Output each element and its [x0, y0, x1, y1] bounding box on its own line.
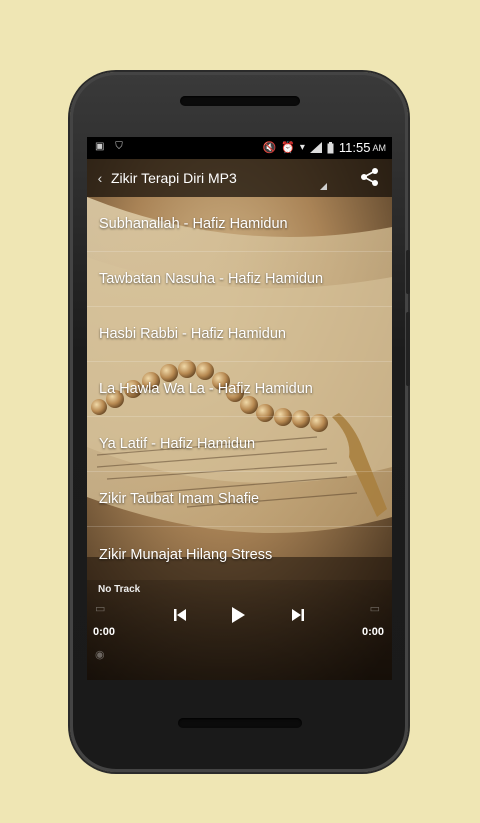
- status-right-icons: 🔇 ⏰ ▾ 11:55 AM: [262, 140, 386, 155]
- phone-screen: ▣ ⛉ 🔇 ⏰ ▾ 11:55 AM ‹ Zikir Terapi Diri MP…: [87, 137, 392, 680]
- seek-bar[interactable]: ◉: [95, 648, 105, 661]
- share-icon[interactable]: [360, 167, 380, 187]
- track-name: No Track: [98, 584, 141, 595]
- playlist: Subhanallah - Hafiz Hamidun Tawbatan Nas…: [87, 197, 392, 582]
- image-icon: ▣: [95, 141, 105, 152]
- app-title[interactable]: Zikir Terapi Diri MP3: [111, 170, 237, 186]
- playlist-item[interactable]: Zikir Munajat Hilang Stress: [87, 527, 392, 582]
- playlist-item[interactable]: Ya Latif - Hafiz Hamidun: [87, 417, 392, 472]
- playlist-item-label: Zikir Munajat Hilang Stress: [99, 546, 273, 563]
- shuffle-icon[interactable]: ▭: [370, 602, 380, 615]
- mute-icon: 🔇: [262, 142, 277, 154]
- signal-icon: [309, 142, 322, 153]
- wifi-icon: ▾: [299, 142, 305, 153]
- repeat-icon[interactable]: ▭: [95, 602, 105, 615]
- bottom-speaker: [178, 718, 302, 728]
- playlist-item[interactable]: La Hawla Wa La - Hafiz Hamidun: [87, 362, 392, 417]
- playlist-item-label: Tawbatan Nasuha - Hafiz Hamidun: [99, 271, 324, 287]
- media-player: No Track ▭ ▭ 0:00 0:00 ◉: [87, 580, 392, 680]
- status-left-icons: ▣ ⛉: [95, 141, 123, 152]
- clock-time: 11:55: [338, 140, 371, 155]
- chevron-left-icon[interactable]: ‹: [89, 170, 111, 186]
- clock-suffix: AM: [372, 142, 387, 153]
- playlist-item[interactable]: Tawbatan Nasuha - Hafiz Hamidun: [87, 252, 392, 307]
- duration-time: 0:00: [361, 626, 384, 638]
- power-button: [406, 250, 410, 294]
- earpiece-speaker: [180, 96, 300, 106]
- elapsed-time: 0:00: [93, 626, 116, 638]
- playlist-item[interactable]: Zikir Taubat Imam Shafie: [87, 472, 392, 527]
- playlist-item[interactable]: Hasbi Rabbi - Hafiz Hamidun: [87, 307, 392, 362]
- battery-icon: [327, 141, 334, 153]
- playlist-item-label: La Hawla Wa La - Hafiz Hamidun: [99, 381, 313, 397]
- status-bar: ▣ ⛉ 🔇 ⏰ ▾ 11:55 AM: [87, 137, 392, 159]
- playlist-item-label: Zikir Taubat Imam Shafie: [99, 491, 260, 507]
- dropdown-indicator-icon: [320, 183, 327, 190]
- skip-next-icon[interactable]: [291, 608, 305, 622]
- skip-previous-icon[interactable]: [173, 608, 187, 622]
- play-icon[interactable]: [230, 606, 246, 624]
- playlist-item[interactable]: Subhanallah - Hafiz Hamidun: [87, 197, 392, 252]
- playlist-item-label: Ya Latif - Hafiz Hamidun: [99, 436, 256, 452]
- alarm-icon: ⏰: [281, 142, 295, 154]
- action-bar: ‹ Zikir Terapi Diri MP3: [87, 159, 392, 197]
- playlist-item-label: Hasbi Rabbi - Hafiz Hamidun: [99, 326, 286, 342]
- shield-icon: ⛉: [115, 141, 123, 152]
- volume-button: [406, 312, 410, 386]
- playlist-item-label: Subhanallah - Hafiz Hamidun: [99, 216, 288, 232]
